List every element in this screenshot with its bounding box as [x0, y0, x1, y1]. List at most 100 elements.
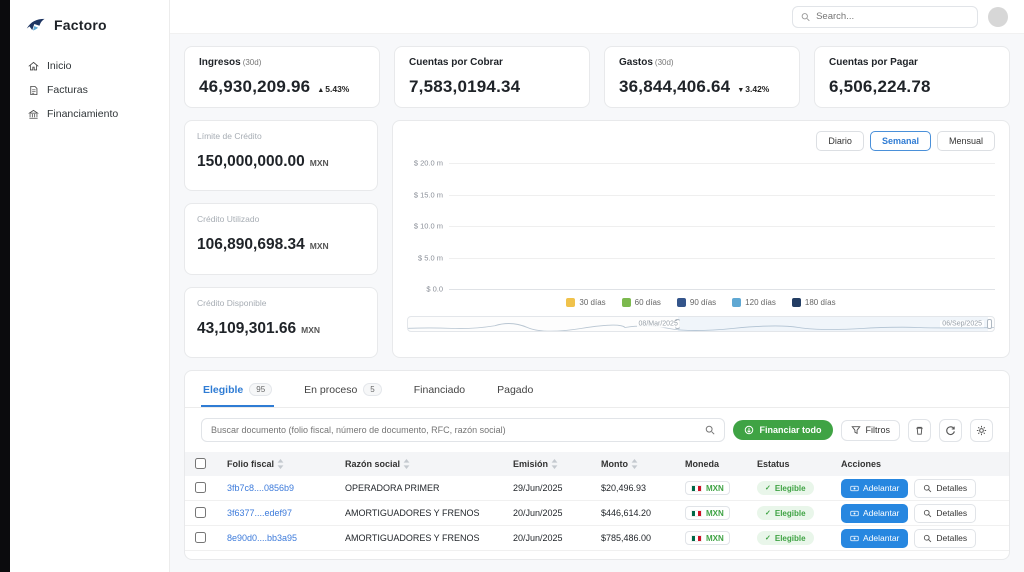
- folio-link[interactable]: 8e90d0....bb3a95: [227, 533, 345, 543]
- col-moneda: Moneda: [685, 459, 757, 469]
- razon-social-cell: AMORTIGUADORES Y FRENOS: [345, 508, 513, 518]
- detalles-button[interactable]: Detalles: [914, 504, 976, 523]
- legend-item-30dias[interactable]: 30 días: [566, 298, 605, 307]
- sort-icon[interactable]: [551, 459, 558, 469]
- documents-table-card: Elegible95 En proceso5 Financiado Pagado…: [184, 370, 1010, 560]
- financiar-todo-button[interactable]: Financiar todo: [733, 420, 832, 440]
- row-checkbox[interactable]: [195, 532, 206, 543]
- legend-swatch-icon: [622, 298, 631, 307]
- trash-icon: [914, 425, 925, 436]
- tab-financiado[interactable]: Financiado: [412, 371, 467, 407]
- kpi-label: Ingresos(30d): [199, 57, 365, 68]
- razon-social-cell: OPERADORA PRIMER: [345, 483, 513, 493]
- folio-link[interactable]: 3f6377....edef97: [227, 508, 345, 518]
- refresh-button[interactable]: [939, 419, 962, 442]
- bank-icon: [28, 109, 39, 120]
- y-tick: $ 5.0 m: [418, 253, 443, 262]
- delete-button[interactable]: [908, 419, 931, 442]
- col-folio-fiscal[interactable]: Folio fiscal: [227, 459, 345, 469]
- main-area: Ingresos(30d) 46,930,209.96▲5.43% Cuenta…: [170, 0, 1024, 572]
- detalles-button[interactable]: Detalles: [914, 529, 976, 548]
- sidebar-item-financiamiento[interactable]: Financiamiento: [10, 102, 169, 126]
- monto-cell: $446,614.20: [601, 508, 685, 518]
- range-semanal-button[interactable]: Semanal: [870, 131, 931, 151]
- sidebar-item-facturas[interactable]: Facturas: [10, 78, 169, 102]
- filter-icon: [851, 425, 861, 435]
- chart-legend: 30 días 60 días 90 días 120 días 180 día…: [407, 298, 995, 307]
- chart-bars: [449, 163, 995, 289]
- credit-column: Límite de Crédito 150,000,000.00MXN Créd…: [184, 120, 378, 358]
- kpi-label: Cuentas por Pagar: [829, 57, 995, 68]
- credit-value: 106,890,698.34: [197, 236, 305, 254]
- settings-button[interactable]: [970, 419, 993, 442]
- row-actions: Adelantar Detalles: [841, 529, 997, 548]
- sort-icon[interactable]: [631, 459, 638, 469]
- legend-swatch-icon: [792, 298, 801, 307]
- status-badge: ✓Elegible: [757, 481, 814, 495]
- mx-flag-icon: [691, 535, 702, 542]
- monto-cell: $785,486.00: [601, 533, 685, 543]
- table-row: 8e90d0....bb3a95 AMORTIGUADORES Y FRENOS…: [185, 526, 1009, 551]
- cash-icon: [850, 484, 859, 493]
- content: Ingresos(30d) 46,930,209.96▲5.43% Cuenta…: [170, 34, 1024, 572]
- kpi-value: 6,506,224.78: [829, 77, 931, 97]
- row-checkbox[interactable]: [195, 507, 206, 518]
- col-monto[interactable]: Monto: [601, 459, 685, 469]
- tab-count-badge: 5: [363, 383, 381, 396]
- document-tabs: Elegible95 En proceso5 Financiado Pagado: [185, 371, 1009, 408]
- col-razon-social[interactable]: Razón social: [345, 459, 513, 469]
- col-emision[interactable]: Emisión: [513, 459, 601, 469]
- brush-start-date: 08/Mar/2025: [637, 321, 680, 328]
- tab-count-badge: 95: [249, 383, 272, 396]
- col-acciones: Acciones: [841, 459, 997, 469]
- range-diario-button[interactable]: Diario: [816, 131, 864, 151]
- currency-badge: MXN: [685, 531, 730, 545]
- credit-value: 43,109,301.66: [197, 320, 296, 338]
- table-header-row: Folio fiscal Razón social Emisión Monto …: [185, 452, 1009, 476]
- sidebar-item-label: Facturas: [47, 84, 88, 96]
- chart-zoom-brush[interactable]: 08/Mar/2025 06/Sep/2025: [407, 316, 995, 332]
- credit-label: Límite de Crédito: [197, 131, 365, 141]
- emision-cell: 20/Jun/2025: [513, 508, 601, 518]
- currency-label: MXN: [310, 241, 329, 251]
- adelantar-button[interactable]: Adelantar: [841, 479, 908, 498]
- sort-icon[interactable]: [403, 459, 410, 469]
- adelantar-button[interactable]: Adelantar: [841, 529, 908, 548]
- chart-plot: [449, 163, 995, 289]
- col-estatus: Estatus: [757, 459, 841, 469]
- sidebar-item-label: Inicio: [47, 60, 72, 72]
- filtros-button[interactable]: Filtros: [841, 420, 901, 441]
- check-icon: ✓: [765, 484, 771, 492]
- sidebar-item-label: Financiamiento: [47, 108, 118, 120]
- global-search-input[interactable]: [816, 11, 969, 22]
- tab-en-proceso[interactable]: En proceso5: [302, 371, 384, 407]
- sidebar-item-inicio[interactable]: Inicio: [10, 54, 169, 78]
- row-checkbox[interactable]: [195, 482, 206, 493]
- brush-end-handle[interactable]: [987, 319, 992, 329]
- search-icon: [705, 425, 715, 435]
- legend-item-60dias[interactable]: 60 días: [622, 298, 661, 307]
- document-search-input[interactable]: [211, 425, 699, 435]
- kpi-card-cuentas-pagar: Cuentas por Pagar 6,506,224.78: [814, 46, 1010, 108]
- row-actions: Adelantar Detalles: [841, 479, 997, 498]
- legend-item-180dias[interactable]: 180 días: [792, 298, 836, 307]
- detalles-button[interactable]: Detalles: [914, 479, 976, 498]
- global-search[interactable]: [792, 6, 978, 28]
- emision-cell: 29/Jun/2025: [513, 483, 601, 493]
- adelantar-button[interactable]: Adelantar: [841, 504, 908, 523]
- tab-elegible[interactable]: Elegible95: [201, 371, 274, 407]
- range-mensual-button[interactable]: Mensual: [937, 131, 995, 151]
- tab-pagado[interactable]: Pagado: [495, 371, 535, 407]
- check-icon: ✓: [765, 534, 771, 542]
- sort-icon[interactable]: [277, 459, 284, 469]
- credit-value: 150,000,000.00: [197, 153, 305, 171]
- financiar-todo-icon: [744, 425, 754, 435]
- folio-link[interactable]: 3fb7c8....0856b9: [227, 483, 345, 493]
- legend-item-120dias[interactable]: 120 días: [732, 298, 776, 307]
- user-avatar[interactable]: [988, 7, 1008, 27]
- document-search[interactable]: [201, 418, 725, 442]
- kpi-delta: ▲5.43%: [317, 84, 349, 94]
- select-all-checkbox[interactable]: [195, 458, 206, 469]
- chart-range-toggle: Diario Semanal Mensual: [407, 131, 995, 151]
- legend-item-90dias[interactable]: 90 días: [677, 298, 716, 307]
